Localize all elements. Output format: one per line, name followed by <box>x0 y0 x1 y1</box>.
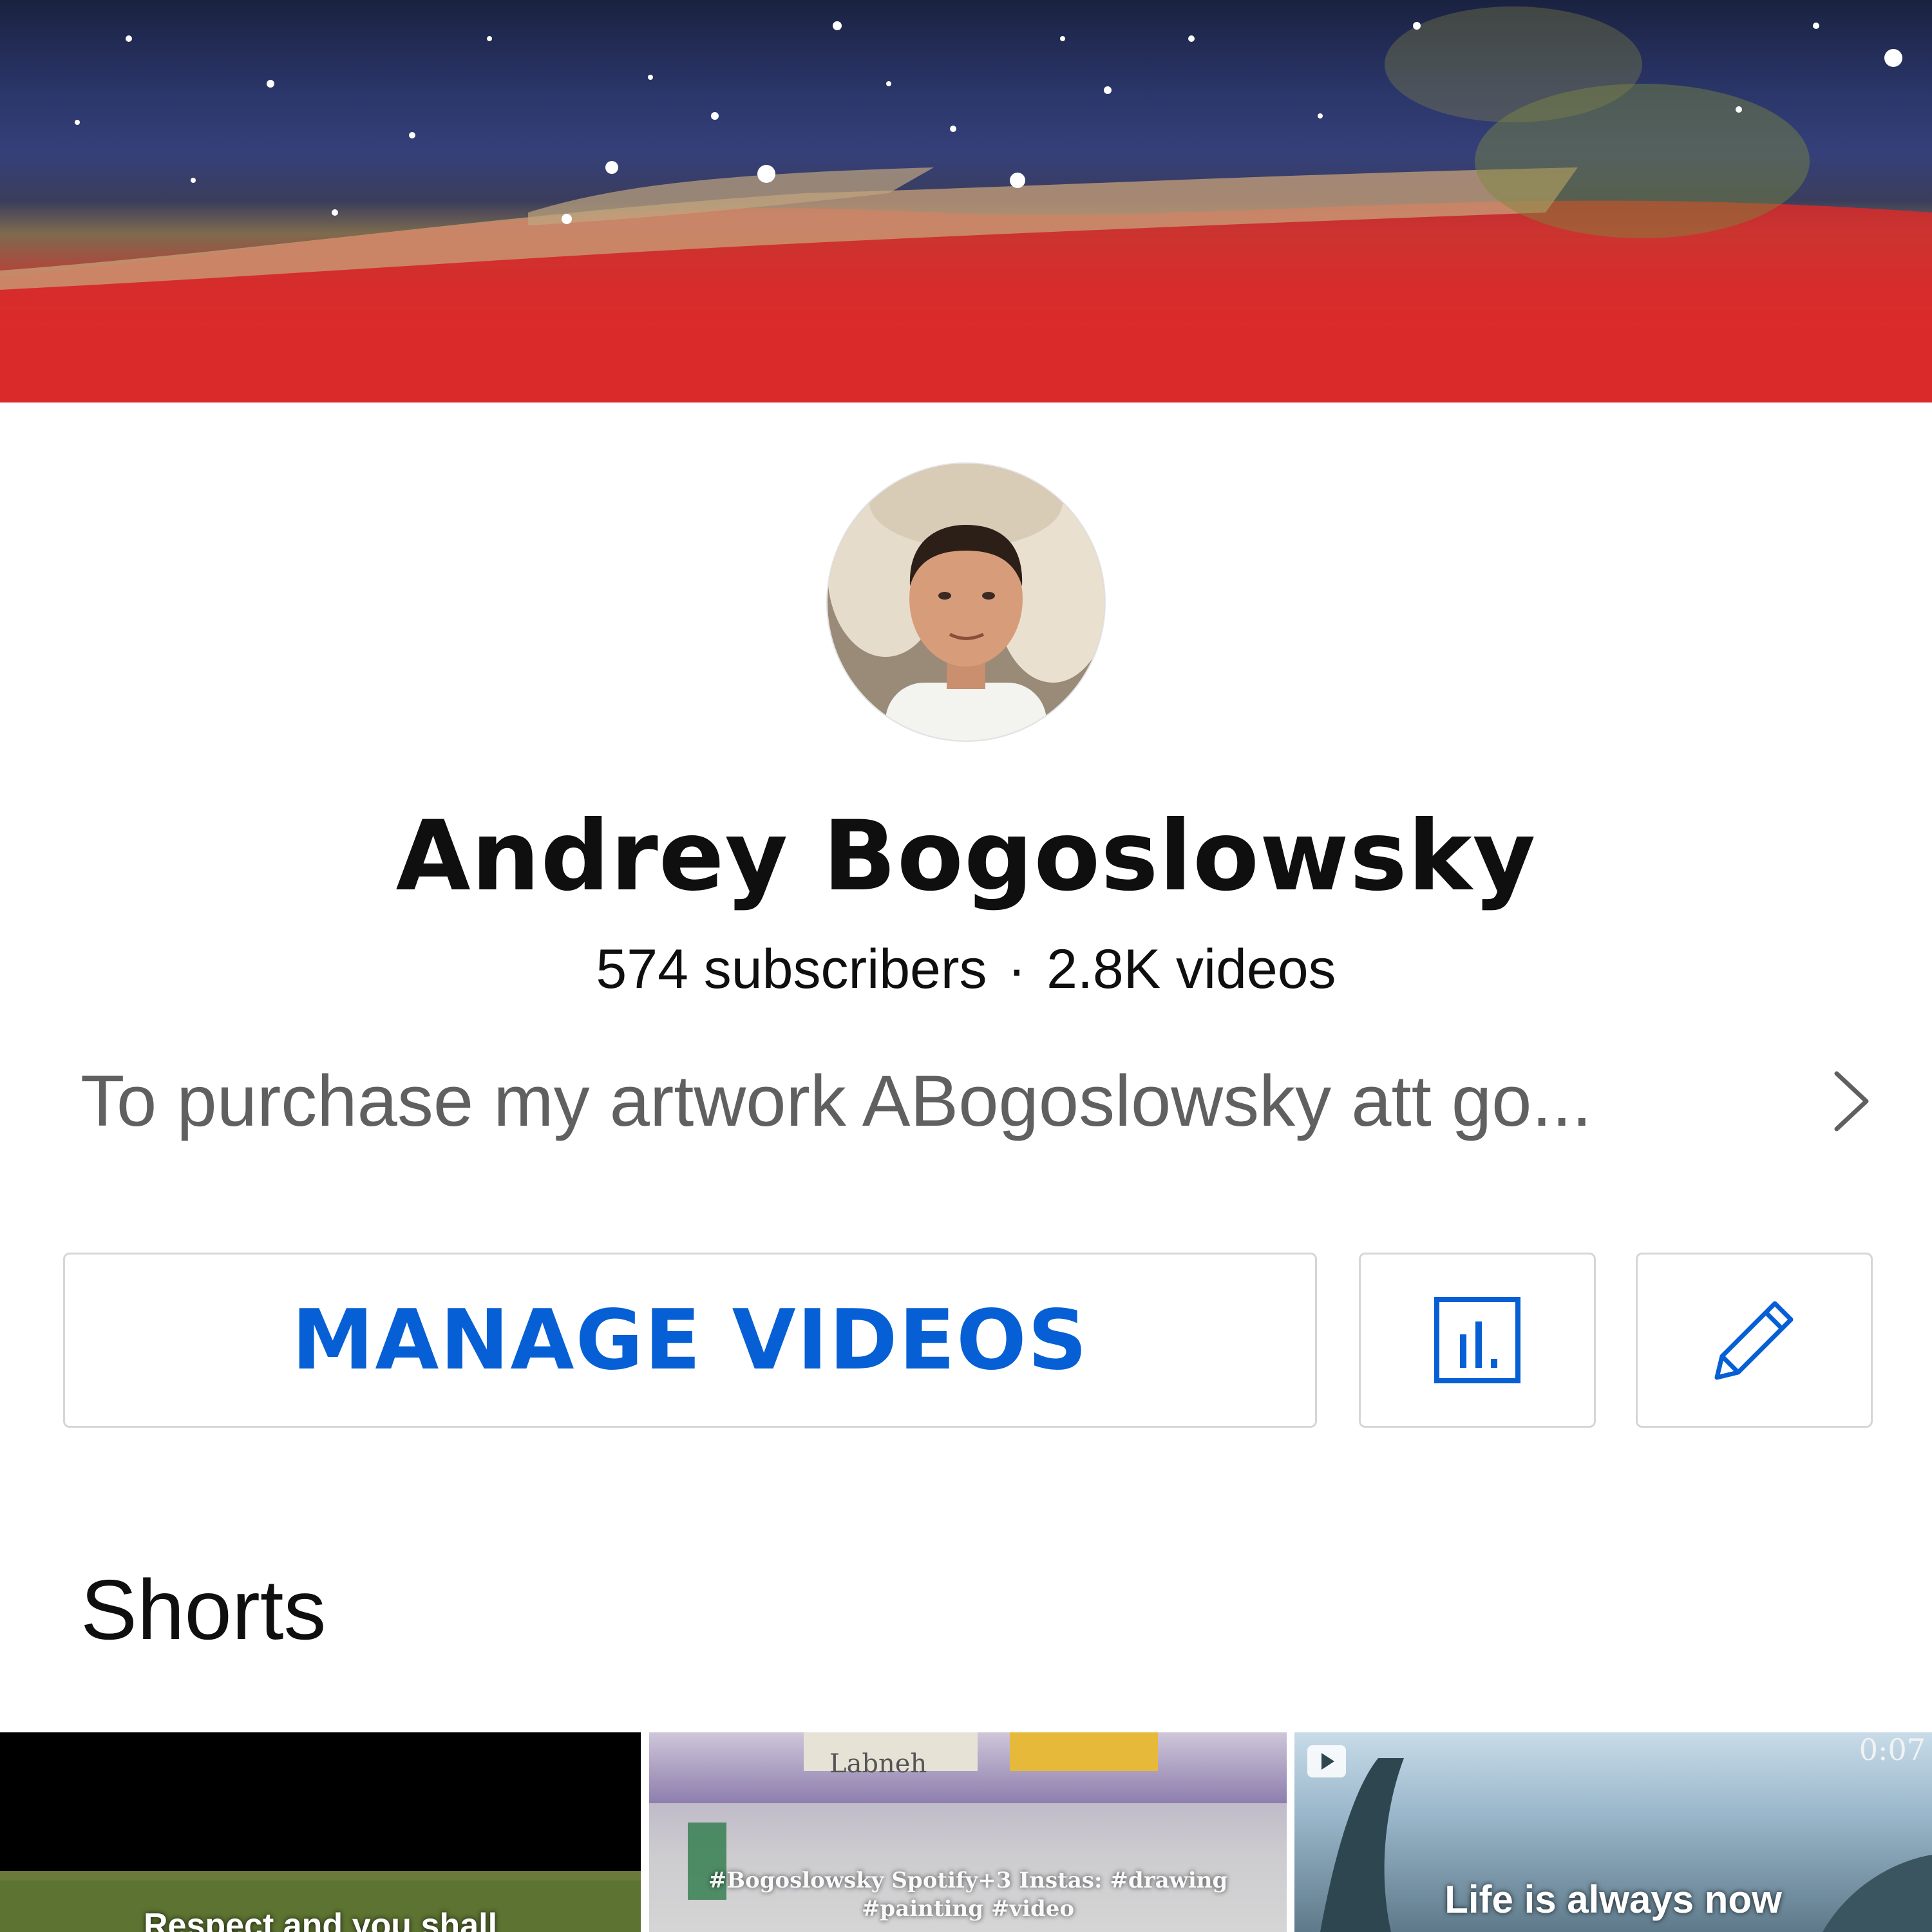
banner-artwork <box>0 6 1932 402</box>
channel-description: To purchase my artwork ABogoslowsky att … <box>80 1061 1592 1141</box>
short-thumbnail[interactable]: 0:07 Life is always now <box>1294 1732 1932 1932</box>
short-caption: Life is always now <box>1444 1878 1782 1921</box>
channel-name: Andrey Bogoslowsky <box>395 800 1537 913</box>
shorts-section-title: Shorts <box>80 1562 327 1657</box>
short-caption: #Bogoslowsky Spotify+3 Instas: #drawing … <box>708 1868 1228 1922</box>
channel-description-row[interactable]: To purchase my artwork ABogoslowsky att … <box>80 1056 1874 1146</box>
chevron-right-icon <box>1834 1071 1869 1132</box>
edit-channel-button[interactable] <box>1636 1253 1873 1428</box>
short-caption: Respect and you shall <box>143 1907 498 1932</box>
subscriber-count: 574 subscribers <box>596 938 987 1000</box>
short-duration: 0:07 <box>1859 1732 1926 1767</box>
shorts-row: Respect and you shall Labneh #Bogoslowsk… <box>0 1732 1932 1932</box>
channel-banner <box>0 0 1932 402</box>
video-count: 2.8K videos <box>1046 938 1336 1000</box>
avatar-portrait <box>828 464 1104 741</box>
short-1-image <box>0 1871 641 1932</box>
manage-videos-button[interactable]: MANAGE VIDEOS <box>63 1253 1317 1428</box>
channel-stats: 574 subscribers · 2.8K videos <box>0 934 1932 1005</box>
short-thumbnail[interactable]: Respect and you shall <box>0 1732 641 1932</box>
analytics-icon <box>1434 1297 1520 1383</box>
stats-separator: · <box>1007 938 1027 1000</box>
channel-avatar[interactable] <box>828 464 1104 741</box>
short-thumbnail[interactable]: Labneh #Bogoslowsky Spotify+3 Instas: #d… <box>649 1732 1287 1932</box>
analytics-button[interactable] <box>1359 1253 1596 1428</box>
short-2-product-label: Labneh <box>829 1749 927 1779</box>
pencil-icon <box>1714 1301 1794 1380</box>
manage-videos-label: MANAGE VIDEOS <box>291 1292 1089 1388</box>
